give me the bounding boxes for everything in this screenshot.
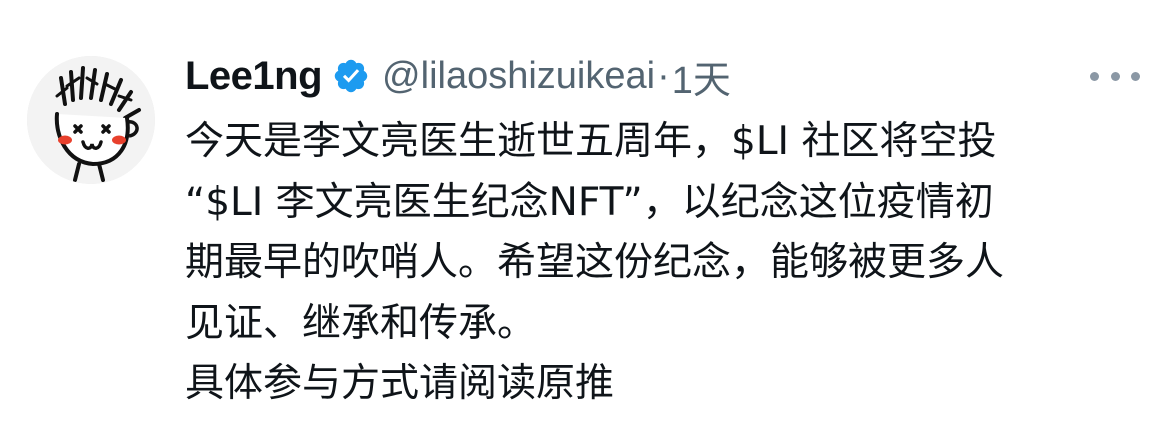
tweet-timestamp[interactable]: 1天: [672, 49, 731, 104]
ellipsis-icon-dot: [1131, 71, 1140, 81]
user-handle[interactable]: @lilaoshizuikeai: [382, 55, 655, 98]
ellipsis-icon-dot: [1090, 71, 1099, 81]
cartoon-face-avatar-icon: [27, 56, 155, 184]
tweet-text-line: 见证、继承和传承。: [185, 300, 537, 346]
more-options-button[interactable]: [1090, 62, 1140, 90]
tweet-text: 今天是李文亮医生逝世五周年，$LI 社区将空投 “$LI 李文亮医生纪念NFT”…: [185, 112, 1145, 415]
tweet-header: Lee1ng @lilaoshizuikeai · 1天: [185, 48, 731, 104]
tweet-text-line: 具体参与方式请阅读原推: [185, 361, 615, 406]
ellipsis-icon-dot: [1110, 71, 1120, 81]
avatar[interactable]: [27, 56, 155, 184]
tweet-text-line: 今天是李文亮医生逝世五周年，$LI 社区将空投: [185, 119, 997, 164]
tweet-card[interactable]: Lee1ng @lilaoshizuikeai · 1天 今天是李文亮医生逝世五…: [0, 0, 1169, 435]
verified-badge-icon: [332, 57, 370, 95]
display-name[interactable]: Lee1ng: [185, 54, 323, 99]
tweet-text-line: “$LI 李文亮医生纪念NFT”，以纪念这位疫情初: [185, 179, 994, 225]
tweet-text-line: 期最早的吹哨人。希望这份纪念，能够被更多人: [185, 240, 1005, 285]
separator-dot: ·: [657, 54, 670, 97]
